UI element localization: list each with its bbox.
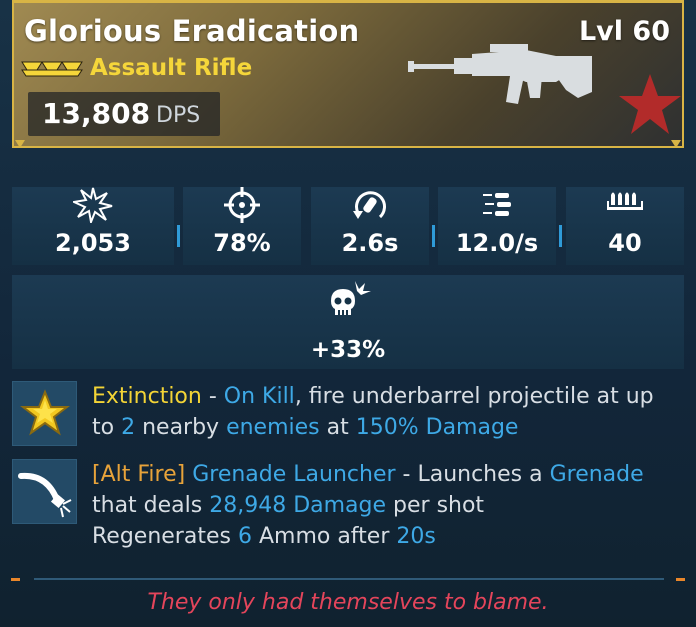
- footer-dash-right: [676, 578, 685, 581]
- perk-text-fragment: -: [201, 384, 224, 409]
- grenade-launcher-icon: [18, 472, 72, 518]
- perk-alt-fire-time: 20s: [396, 524, 436, 549]
- stat-reload: 2.6s: [311, 187, 429, 265]
- red-star-icon: [619, 74, 681, 134]
- perk-text-fragment: Ammo after: [251, 524, 397, 549]
- rarity-chevrons-icon: [21, 61, 83, 77]
- perk-extinction-text: Extinction - On Kill, fire underbarrel p…: [92, 381, 682, 443]
- perk-alt-fire-ammo: 6: [237, 524, 252, 549]
- flavor-text: They only had themselves to blame.: [147, 590, 549, 615]
- item-card: Glorious Eradication Lvl 60 Assault Rifl…: [0, 0, 696, 627]
- perk-extinction-damage: 150% Damage: [355, 415, 519, 440]
- perk-text-fragment: nearby: [135, 415, 227, 440]
- dps-display: 13,808 DPS: [28, 92, 220, 136]
- perk-alt-fire-tag: [Alt Fire]: [92, 462, 186, 487]
- stat-crit-damage: +33%: [12, 275, 684, 369]
- perk-text-fragment: per shot: [386, 493, 485, 518]
- perk-text-fragment: Regenerates: [92, 524, 238, 549]
- perk-extinction-icon-box: [12, 381, 77, 446]
- gold-star-icon: [20, 389, 70, 436]
- item-name: Glorious Eradication: [24, 14, 360, 48]
- footer-divider: [34, 578, 664, 580]
- perk-extinction-trigger: On Kill: [223, 384, 295, 409]
- assault-rifle-icon: [408, 44, 592, 104]
- dps-value: 13,808: [42, 97, 151, 130]
- reload-icon: [353, 191, 386, 219]
- stat-crit-value: +33%: [310, 337, 386, 363]
- crosshair-icon: [224, 187, 260, 223]
- stat-separator: [177, 225, 180, 247]
- fire-rate-bullets-icon: [483, 193, 511, 216]
- stat-fire-rate: 12.0/s: [438, 187, 556, 265]
- perk-alt-fire-text: [Alt Fire] Grenade Launcher - Launches a…: [92, 459, 682, 552]
- stat-damage: 2,053: [12, 187, 174, 265]
- stat-magazine: 40: [566, 187, 684, 265]
- item-header: Glorious Eradication Lvl 60 Assault Rifl…: [12, 0, 684, 147]
- stat-magazine-value: 40: [608, 229, 642, 257]
- header-border: [12, 146, 684, 148]
- stat-damage-value: 2,053: [55, 229, 131, 257]
- perk-alt-fire-damage: 28,948 Damage: [209, 493, 387, 518]
- perk-text-fragment: - Launches a: [395, 462, 550, 487]
- footer-dash-left: [11, 578, 20, 581]
- perk-text-fragment: at: [319, 415, 356, 440]
- perk-text-fragment: that deals: [92, 493, 210, 518]
- perk-alt-fire-name: Grenade Launcher: [192, 462, 396, 487]
- perk-alt-fire-projectile: Grenade: [549, 462, 644, 487]
- magazine-icon: [607, 192, 643, 210]
- stat-accuracy: 78%: [183, 187, 301, 265]
- crit-skull-icon: [331, 281, 371, 315]
- corner-marker-left: [15, 140, 25, 148]
- stat-separator: [432, 225, 435, 247]
- stat-reload-value: 2.6s: [341, 229, 399, 257]
- perk-extinction-target: enemies: [226, 415, 320, 440]
- damage-burst-icon: [73, 187, 113, 223]
- stat-accuracy-value: 78%: [213, 229, 271, 257]
- dps-label: DPS: [156, 103, 201, 128]
- perk-extinction-count: 2: [121, 415, 136, 440]
- stat-separator: [559, 225, 562, 247]
- stat-fire-rate-value: 12.0/s: [455, 229, 539, 257]
- perk-alt-fire-icon-box: [12, 459, 77, 524]
- corner-marker-right: [671, 140, 681, 148]
- item-type: Assault Rifle: [90, 55, 253, 81]
- perk-extinction-name: Extinction: [92, 384, 202, 409]
